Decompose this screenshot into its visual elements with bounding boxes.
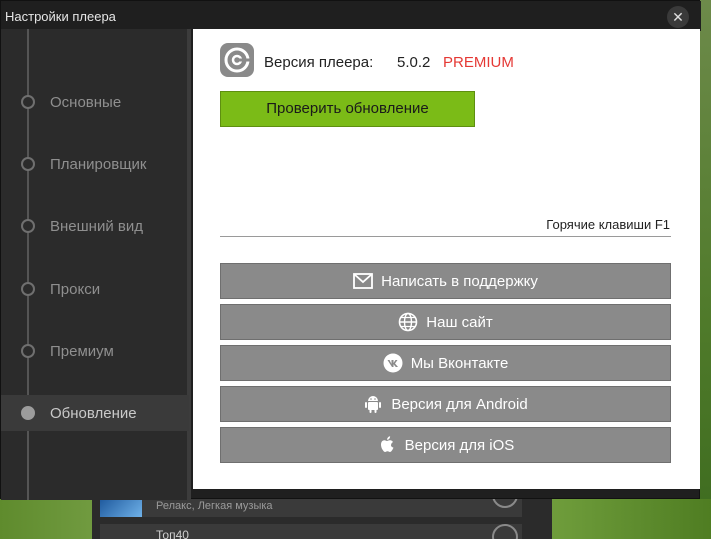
sidebar-item-label: Обновление (50, 405, 137, 422)
timeline-dot-icon (21, 406, 35, 420)
android-icon (363, 394, 383, 414)
background-item-subtitle: Релакс, Легкая музыка (156, 500, 273, 512)
version-label: Версия плеера: (264, 54, 374, 71)
sidebar-item-label: Планировщик (50, 156, 147, 173)
timeline-dot-icon (21, 157, 35, 171)
website-button-label: Наш сайт (426, 313, 493, 331)
support-button[interactable]: Написать в поддержку (220, 263, 671, 299)
sidebar-item-label: Прокси (50, 281, 101, 298)
window-title: Настройки плеера (5, 9, 116, 24)
divider (220, 236, 671, 237)
sidebar-item-appearance[interactable]: Внешний вид (1, 208, 189, 244)
sidebar-item-update[interactable]: Обновление (1, 395, 189, 431)
globe-icon (398, 312, 418, 332)
player-logo-icon (220, 43, 254, 77)
vk-icon (383, 353, 403, 373)
timeline-dot-icon (21, 344, 35, 358)
sidebar-item-main[interactable]: Основные (1, 84, 189, 120)
ios-button[interactable]: Версия для iOS (220, 427, 671, 463)
website-button[interactable]: Наш сайт (220, 304, 671, 340)
sidebar-item-premium[interactable]: Премиум (1, 333, 189, 369)
timeline-dot-icon (21, 219, 35, 233)
vk-button[interactable]: Мы Вконтакте (220, 345, 671, 381)
mail-icon (353, 271, 374, 291)
support-button-label: Написать в поддержку (381, 272, 538, 290)
sidebar-item-proxy[interactable]: Прокси (1, 271, 189, 307)
version-number: 5.0.2 (397, 54, 431, 71)
check-update-button[interactable]: Проверить обновление (220, 91, 475, 127)
close-icon: ✕ (672, 9, 684, 25)
background-thumbnail (100, 499, 142, 517)
sidebar-item-label: Внешний вид (50, 218, 143, 235)
update-panel: Версия плеера: 5.0.2 PREMIUM Проверить о… (193, 29, 700, 489)
android-button-label: Версия для Android (391, 395, 528, 413)
timeline-dot-icon (21, 95, 35, 109)
settings-dialog: Настройки плеера ✕ Основные Планировщик … (0, 0, 701, 500)
vk-button-label: Мы Вконтакте (410, 354, 509, 372)
ios-button-label: Версия для iOS (404, 436, 515, 454)
background-item-title: Топ40 (156, 528, 189, 539)
premium-badge: PREMIUM (443, 54, 514, 71)
titlebar[interactable]: Настройки плеера ✕ (1, 1, 701, 31)
close-button[interactable]: ✕ (667, 6, 689, 28)
sidebar-item-label: Основные (50, 94, 122, 111)
sidebar-item-scheduler[interactable]: Планировщик (1, 146, 189, 182)
timeline-dot-icon (21, 282, 35, 296)
android-button[interactable]: Версия для Android (220, 386, 671, 422)
hotkeys-link[interactable]: Горячие клавиши F1 (546, 217, 670, 232)
apple-icon (377, 435, 397, 455)
sidebar-item-label: Премиум (50, 343, 114, 360)
